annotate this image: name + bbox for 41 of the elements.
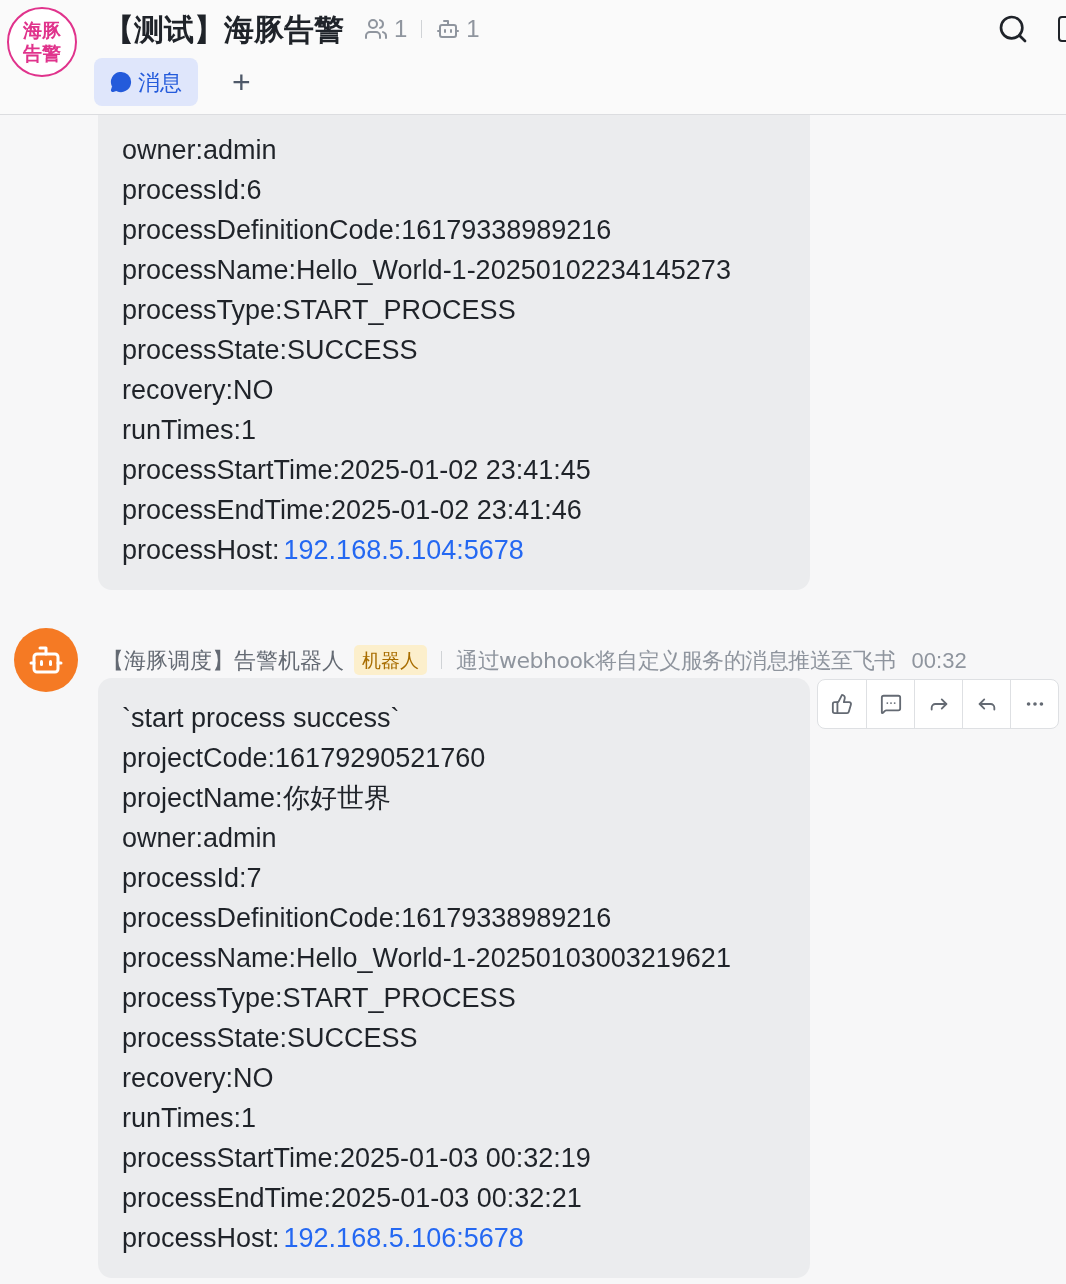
message-line: processEndTime:2025-01-03 00:32:21 [122, 1181, 583, 1215]
message-line: owner:admin [122, 133, 278, 167]
members-icon[interactable] [364, 17, 388, 41]
message-line: processEndTime:2025-01-02 23:41:46 [122, 493, 583, 527]
message-time: 00:32 [911, 646, 967, 675]
message-line: runTimes:1 [122, 413, 258, 447]
bot-count: 1 [466, 14, 480, 44]
message-line: processState:SUCCESS [122, 333, 419, 367]
search-icon[interactable] [997, 13, 1029, 45]
host-link[interactable]: 192.168.5.104:5678 [283, 529, 524, 571]
message-line: recovery:NO [122, 373, 275, 407]
message-line: processId:6 [122, 173, 263, 207]
sender-name: 【海豚调度】告警机器人 [102, 646, 344, 675]
message-line: processType:START_PROCESS [122, 981, 517, 1015]
group-logo: 海豚 告警 [7, 7, 77, 77]
message-line: processId:7 [122, 861, 263, 895]
message-line: processDefinitionCode:16179338989216 [122, 213, 613, 247]
add-tab-button[interactable]: + [218, 58, 265, 106]
field-label: processHost: [122, 1221, 280, 1255]
bot-badge: 机器人 [354, 645, 427, 675]
message-line: processType:START_PROCESS [122, 293, 517, 327]
message-line: processDefinitionCode:16179338989216 [122, 901, 613, 935]
message-line: projectCode:16179290521760 [122, 741, 487, 775]
chat-bubble-icon [110, 71, 132, 93]
bot-description: 通过webhook将自定义服务的消息推送至飞书 [456, 646, 896, 675]
message-line: projectName:你好世界 [122, 781, 392, 815]
messages-tab[interactable]: 消息 [94, 58, 198, 106]
message-line: processStartTime:2025-01-03 00:32:19 [122, 1141, 592, 1175]
message-line: processName:Hello_World-1-20250103003219621 [122, 941, 732, 975]
message-line: recovery:NO [122, 1061, 275, 1095]
message-line: processName:Hello_World-1-20250102234145273 [122, 253, 732, 287]
chat-title: 【测试】海豚告警 [104, 10, 344, 49]
message-line: runTimes:1 [122, 1101, 258, 1135]
message-line: owner:admin [122, 821, 278, 855]
host-link[interactable]: 192.168.5.106:5678 [283, 1217, 524, 1259]
bot-icon[interactable] [436, 17, 461, 41]
member-count: 1 [394, 14, 408, 44]
field-label: processHost: [122, 533, 280, 567]
message-line: processState:SUCCESS [122, 1021, 419, 1055]
message-line: processStartTime:2025-01-02 23:41:45 [122, 453, 592, 487]
message-line: `start process success` [122, 701, 401, 735]
